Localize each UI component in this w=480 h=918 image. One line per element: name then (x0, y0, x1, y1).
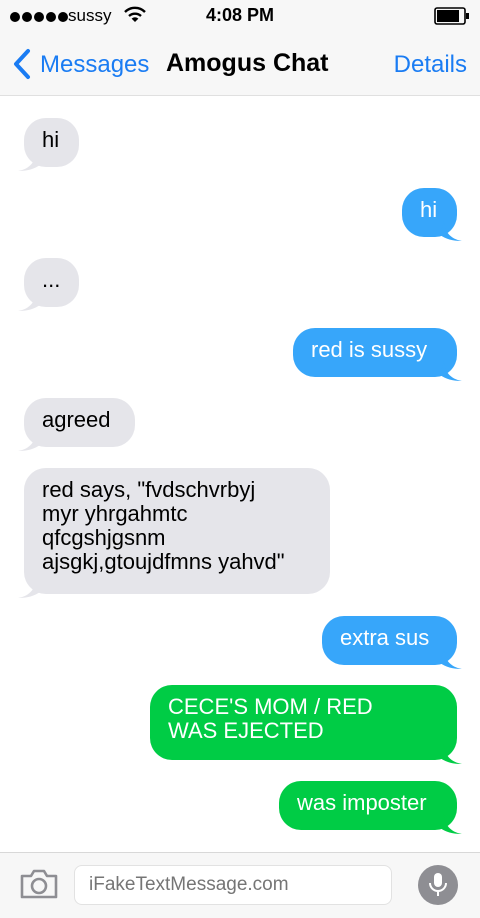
bubble-tail (18, 151, 40, 171)
conversation-title: Amogus Chat (166, 49, 329, 77)
microphone-icon (429, 873, 447, 896)
message-bubble-outgoing[interactable]: CECE'S MOM / RED WAS EJECTED (150, 685, 457, 760)
camera-icon[interactable] (20, 869, 58, 899)
chevron-left-icon[interactable] (12, 48, 32, 80)
status-bar: sussy 4:08 PM (0, 0, 480, 34)
navigation-bar: Messages Amogus Chat Details (0, 34, 480, 96)
bubble-tail (440, 744, 462, 764)
battery-icon (434, 7, 469, 25)
bubble-tail (440, 649, 462, 669)
message-bubble-incoming[interactable]: agreed (24, 398, 135, 447)
message-bubble-incoming[interactable]: red says, "fvdschvrbyj myr yhrgahmtc qfc… (24, 468, 330, 594)
compose-bar (0, 852, 480, 918)
bubble-tail (18, 291, 40, 311)
message-input[interactable] (74, 865, 392, 905)
back-button[interactable]: Messages (40, 51, 149, 79)
message-bubble-outgoing[interactable]: extra sus (322, 616, 457, 665)
details-button[interactable]: Details (394, 51, 467, 79)
bubble-tail (440, 814, 462, 834)
bubble-tail (440, 221, 462, 241)
bubble-tail (18, 578, 40, 598)
bubble-tail (440, 361, 462, 381)
status-time: 4:08 PM (205, 5, 275, 25)
bubble-tail (18, 431, 40, 451)
microphone-button[interactable] (418, 865, 458, 905)
message-bubble-outgoing[interactable]: red is sussy (293, 328, 457, 377)
message-list: hi hi ... red is sussy agreed red says, … (0, 96, 480, 852)
message-bubble-outgoing[interactable]: was imposter (279, 781, 457, 830)
